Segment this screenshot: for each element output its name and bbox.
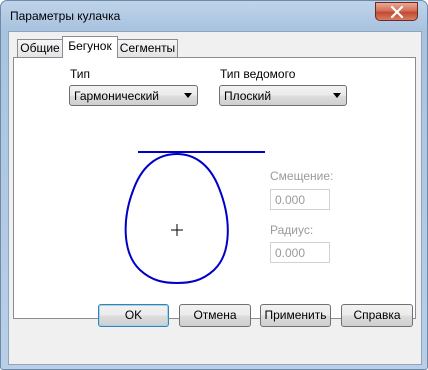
offset-label: Смещение:	[270, 169, 334, 183]
cam-follower-diagram	[124, 151, 265, 285]
tab-general[interactable]: Общие	[17, 39, 63, 57]
close-icon	[390, 6, 404, 18]
type-select-value: Гармонический	[74, 89, 160, 103]
type-label: Тип	[70, 67, 91, 81]
tab-general-label: Общие	[20, 41, 60, 55]
center-cross-icon	[171, 224, 183, 236]
chevron-down-icon	[333, 93, 341, 98]
tab-segments-label: Сегменты	[119, 41, 176, 55]
close-button[interactable]	[375, 2, 418, 21]
type-select[interactable]: Гармонический	[69, 85, 198, 106]
tab-follower[interactable]: Бегунок	[62, 36, 118, 58]
follower-type-select[interactable]: Плоский	[219, 85, 347, 106]
radius-field[interactable]: 0.000	[270, 242, 330, 263]
follower-type-select-value: Плоский	[224, 89, 272, 103]
apply-button[interactable]: Применить	[260, 304, 331, 327]
title-bar[interactable]: Параметры кулачка	[1, 1, 427, 31]
help-button[interactable]: Справка	[341, 304, 413, 327]
radius-label: Радиус:	[270, 223, 314, 237]
tab-follower-label: Бегунок	[68, 39, 112, 53]
cam-profile	[124, 152, 229, 285]
cancel-button[interactable]: Отмена	[179, 304, 251, 327]
follower-type-label: Тип ведомого	[220, 67, 296, 81]
ok-button[interactable]: OK	[98, 304, 169, 327]
dialog-window: Параметры кулачка Общие Бегунок Сегменты…	[0, 0, 428, 370]
tab-panel-follower: Тип Гармонический Тип ведомого Плоский С…	[13, 57, 416, 319]
chevron-down-icon	[184, 93, 192, 98]
offset-field[interactable]: 0.000	[270, 189, 330, 210]
window-title: Параметры кулачка	[10, 9, 121, 23]
tab-segments[interactable]: Сегменты	[117, 39, 178, 57]
